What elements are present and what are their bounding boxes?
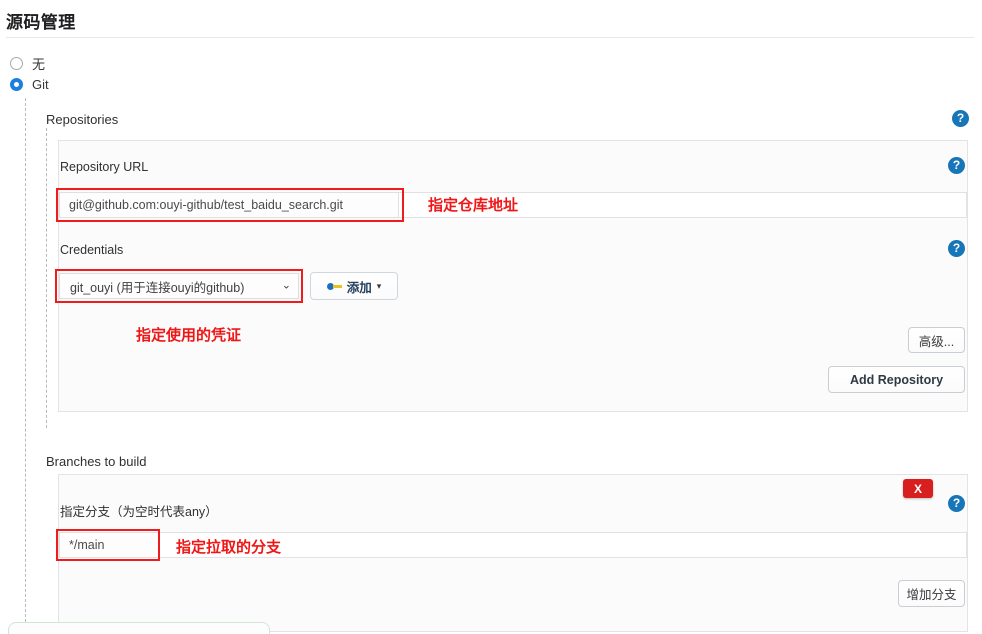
title-divider — [6, 37, 974, 38]
repositories-label: Repositories — [46, 112, 119, 127]
page-title: 源码管理 — [6, 13, 76, 32]
repositories-guide — [46, 128, 47, 428]
branch-specifier-input[interactable]: */main — [59, 532, 159, 558]
key-icon — [326, 282, 342, 291]
branch-specifier-input-track — [59, 532, 967, 558]
scm-option-git[interactable]: Git — [10, 77, 49, 92]
add-credential-button[interactable]: 添加 ▾ — [310, 272, 398, 300]
repository-url-input[interactable]: git@github.com:ouyi-github/test_baidu_se… — [59, 192, 399, 218]
radio-git-icon[interactable] — [10, 78, 23, 91]
scm-configuration-page: 源码管理 无 Git Repositories ? Repository URL… — [0, 0, 982, 634]
branches-help-icon[interactable]: ? — [948, 495, 965, 512]
chevron-down-icon: ⌄ — [281, 279, 291, 292]
branch-specifier-label: 指定分支（为空时代表any） — [60, 505, 218, 519]
chevron-down-icon: ▾ — [376, 280, 382, 291]
advanced-button[interactable]: 高级... — [908, 327, 965, 353]
git-section-guide — [25, 98, 26, 632]
credentials-help-icon[interactable]: ? — [948, 240, 965, 257]
credentials-select-value: git_ouyi (用于连接ouyi的github) — [70, 280, 245, 295]
repository-url-label: Repository URL — [60, 160, 149, 174]
credentials-select[interactable]: git_ouyi (用于连接ouyi的github) ⌄ — [59, 273, 299, 299]
delete-branch-button[interactable]: X — [903, 479, 933, 498]
radio-none-icon[interactable] — [10, 57, 23, 70]
scm-option-none-label: 无 — [32, 57, 46, 72]
repositories-help-icon[interactable]: ? — [952, 110, 969, 127]
add-repository-button[interactable]: Add Repository — [828, 366, 965, 393]
bottom-card — [8, 622, 270, 634]
scm-option-none[interactable]: 无 — [10, 54, 45, 73]
branches-to-build-label: Branches to build — [46, 454, 147, 469]
scm-option-git-label: Git — [32, 77, 49, 92]
add-credential-label: 添加 — [346, 280, 372, 295]
add-branch-button[interactable]: 增加分支 — [898, 580, 965, 607]
repository-url-help-icon[interactable]: ? — [948, 157, 965, 174]
credentials-label: Credentials — [60, 243, 124, 257]
